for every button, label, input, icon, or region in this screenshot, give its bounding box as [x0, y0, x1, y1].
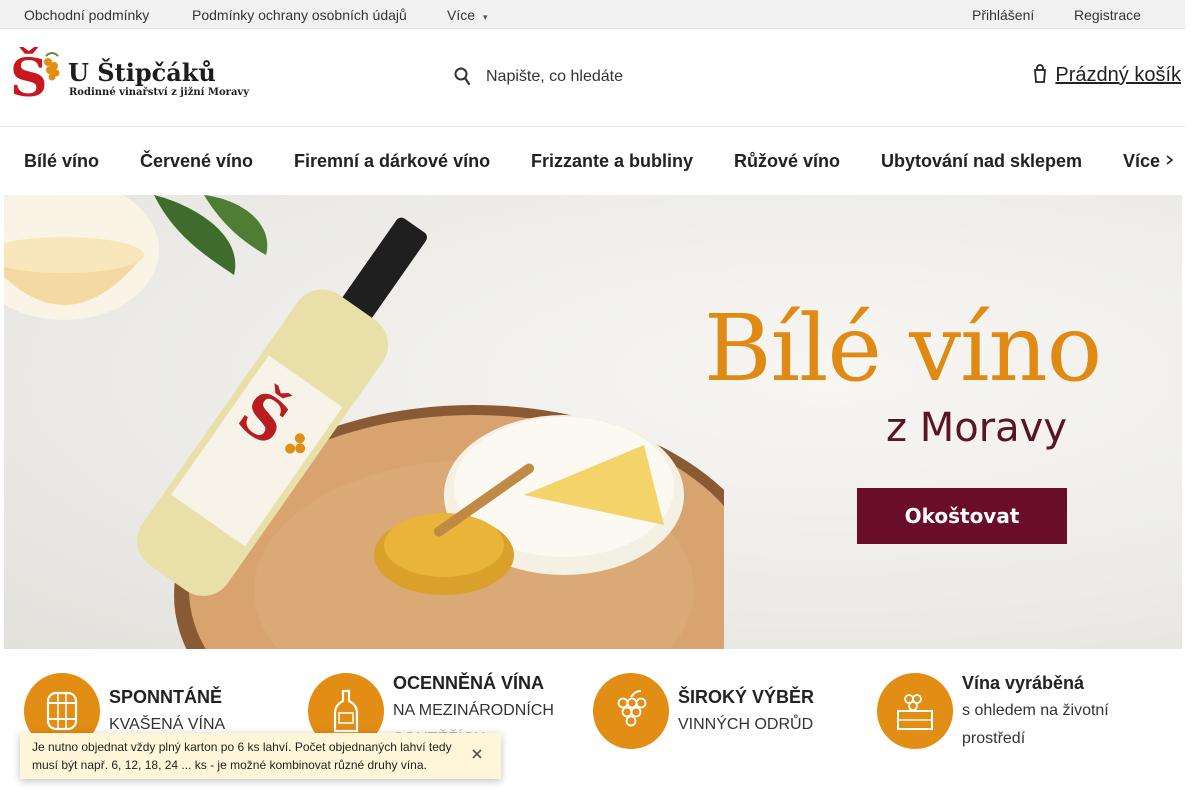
feature-title: OCENNĚNÁ VÍNA — [393, 673, 545, 693]
svg-text:Š: Š — [10, 47, 48, 104]
privacy-link[interactable]: Podmínky ochrany osobních údajů — [192, 7, 407, 23]
cart-icon — [1034, 64, 1047, 83]
chevron-down-icon: ▾ — [483, 12, 488, 22]
search-icon[interactable] — [454, 67, 470, 87]
search-input[interactable] — [486, 63, 846, 91]
notice-text: Je nutno objednat vždy plný karton po 6 … — [32, 740, 452, 772]
nav-item-frizzante[interactable]: Frizzante a bubliny — [531, 151, 693, 172]
nav-item-more[interactable]: Více — [1123, 151, 1174, 172]
wine-cheese-illustration: Š — [4, 195, 724, 649]
top-utility-bar: Obchodní podmínky Podmínky ochrany osobn… — [0, 0, 1185, 29]
main-navigation: Bílé víno Červené víno Firemní a dárkové… — [0, 127, 1185, 195]
login-link[interactable]: Přihlášení — [972, 7, 1034, 23]
feature-title: ŠIROKÝ VÝBĚR — [678, 687, 815, 707]
nav-more-label: Více — [1123, 151, 1161, 171]
nav-item-red-wine[interactable]: Červené víno — [140, 151, 253, 172]
hero-title: Bílé víno — [704, 295, 1102, 402]
feature-text: prostředí — [962, 730, 1026, 747]
feature-title: Vína vyráběná — [962, 673, 1085, 693]
feature-icon-circle — [877, 673, 953, 749]
hero-banner[interactable]: Š Bílé víno z Moravy Okoštovat — [4, 195, 1182, 649]
feature-icon-circle — [593, 673, 669, 749]
terms-link[interactable]: Obchodní podmínky — [24, 7, 149, 23]
chevron-right-icon — [1166, 155, 1174, 165]
topbar-more-label: Více — [447, 7, 476, 23]
logo-emblem-icon: Š — [10, 47, 60, 109]
cart-link[interactable]: Prázdný košík — [1033, 63, 1181, 87]
logo-title: U Štipčáků — [68, 58, 216, 87]
topbar-more-link[interactable]: Více ▾ — [447, 7, 488, 23]
feature-text: s ohledem na životní — [962, 702, 1109, 719]
search-box[interactable] — [450, 57, 870, 97]
nav-item-rose-wine[interactable]: Růžové víno — [734, 151, 840, 172]
hero-subtitle: z Moravy — [886, 405, 1067, 451]
close-icon[interactable] — [471, 748, 483, 760]
nav-item-white-wine[interactable]: Bílé víno — [24, 151, 99, 172]
grapes-icon — [617, 690, 647, 727]
barrel-icon — [46, 691, 78, 731]
nav-item-accommodation[interactable]: Ubytování nad sklepem — [881, 151, 1082, 172]
bottle-icon — [333, 689, 359, 733]
register-link[interactable]: Registrace — [1074, 7, 1141, 23]
crate-icon — [897, 694, 933, 730]
order-notice-popup: Je nutno objednat vždy plný karton po 6 … — [20, 733, 501, 779]
logo-subtitle: Rodinné vinařství z jižní Moravy — [69, 87, 250, 98]
taste-button[interactable]: Okoštovat — [857, 488, 1067, 544]
site-logo[interactable]: Š U Štipčáků Rodinné vinařství z jižní M… — [8, 46, 249, 109]
nav-item-corporate-gift-wine[interactable]: Firemní a dárkové víno — [294, 151, 490, 172]
feature-title: SPONNTÁNĚ — [109, 687, 223, 707]
feature-text: VINNÝCH ODRŮD — [678, 716, 814, 733]
site-header: Š U Štipčáků Rodinné vinařství z jižní M… — [0, 29, 1185, 127]
cart-label: Prázdný košík — [1055, 64, 1181, 86]
feature-text: NA MEZINÁRODNÍCH — [393, 702, 554, 719]
